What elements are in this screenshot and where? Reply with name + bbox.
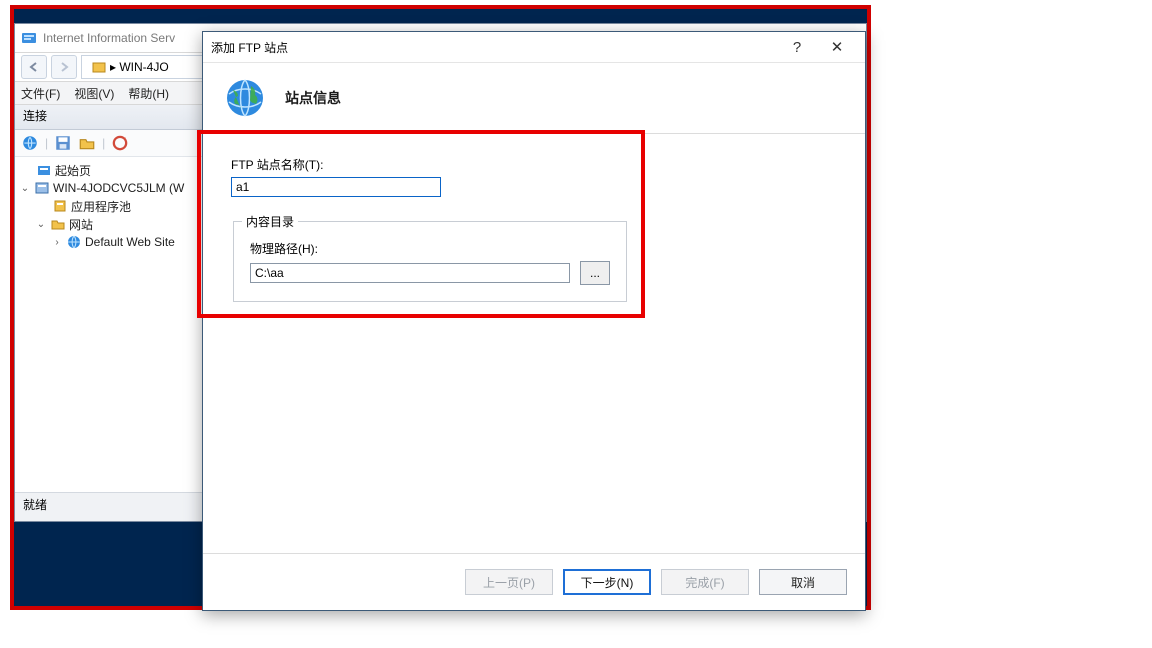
nav-forward-button[interactable] — [51, 55, 77, 79]
tree-app-pools-label: 应用程序池 — [71, 198, 131, 215]
save-icon[interactable] — [54, 134, 72, 152]
tree-start-page-label: 起始页 — [55, 162, 91, 179]
add-ftp-site-dialog: 添加 FTP 站点 ? ✕ 站点信息 — [202, 31, 866, 611]
site-name-label: FTP 站点名称(T): — [231, 156, 837, 173]
outer-red-frame: Internet Information Serv ▸ WIN-4JO 文件(F — [10, 5, 871, 610]
finish-button: 完成(F) — [661, 569, 749, 595]
tree-sites-label: 网站 — [69, 216, 93, 233]
dialog-body: FTP 站点名称(T): 内容目录 物理路径(H): ... — [203, 134, 865, 534]
menu-help[interactable]: 帮助(H) — [128, 85, 169, 102]
status-text: 就绪 — [23, 498, 47, 512]
dialog-help-button[interactable]: ? — [777, 33, 817, 61]
physical-path-label: 物理路径(H): — [250, 240, 610, 257]
expand-toggle-icon[interactable]: ⌄ — [35, 219, 47, 230]
refresh-icon[interactable] — [111, 134, 129, 152]
cancel-button[interactable]: 取消 — [759, 569, 847, 595]
content-directory-legend: 内容目录 — [242, 213, 298, 230]
next-button[interactable]: 下一步(N) — [563, 569, 651, 595]
expand-toggle-icon[interactable]: ⌄ — [19, 183, 31, 194]
iis-window-title: Internet Information Serv — [43, 31, 175, 45]
breadcrumb-address[interactable]: ▸ WIN-4JO — [81, 55, 215, 79]
dialog-titlebar: 添加 FTP 站点 ? ✕ — [203, 32, 865, 63]
dialog-close-button[interactable]: ✕ — [817, 33, 857, 61]
dialog-header: 站点信息 — [203, 63, 865, 134]
connect-icon[interactable] — [21, 134, 39, 152]
tree-server-label: WIN-4JODCVC5JLM (W — [53, 181, 184, 195]
dialog-title: 添加 FTP 站点 — [211, 39, 777, 56]
tree-default-site-label: Default Web Site — [85, 235, 175, 249]
sites-folder-icon — [50, 216, 66, 232]
physical-path-input[interactable] — [250, 263, 570, 283]
menu-view[interactable]: 视图(V) — [74, 85, 114, 102]
globe-large-icon — [223, 76, 267, 120]
expand-toggle-icon[interactable]: › — [51, 237, 63, 248]
ellipsis-icon: ... — [590, 266, 600, 280]
nav-back-button[interactable] — [21, 55, 47, 79]
server-node-icon — [34, 180, 50, 196]
server-icon — [91, 59, 107, 75]
arrow-left-icon — [28, 61, 40, 73]
dialog-footer: 上一页(P) 下一步(N) 完成(F) 取消 — [203, 553, 865, 610]
globe-icon — [66, 234, 82, 250]
site-name-input[interactable] — [231, 177, 441, 197]
menu-file[interactable]: 文件(F) — [21, 85, 60, 102]
content-directory-group: 内容目录 物理路径(H): ... — [233, 221, 627, 302]
app-pools-icon — [52, 198, 68, 214]
close-icon: ✕ — [831, 38, 844, 56]
arrow-right-icon — [58, 61, 70, 73]
breadcrumb-text: ▸ WIN-4JO — [110, 60, 169, 74]
home-icon — [36, 162, 52, 178]
help-icon: ? — [793, 39, 801, 56]
prev-button: 上一页(P) — [465, 569, 553, 595]
iis-app-icon — [21, 30, 37, 46]
dialog-header-text: 站点信息 — [285, 88, 341, 108]
browse-button[interactable]: ... — [580, 261, 610, 285]
open-icon[interactable] — [78, 134, 96, 152]
